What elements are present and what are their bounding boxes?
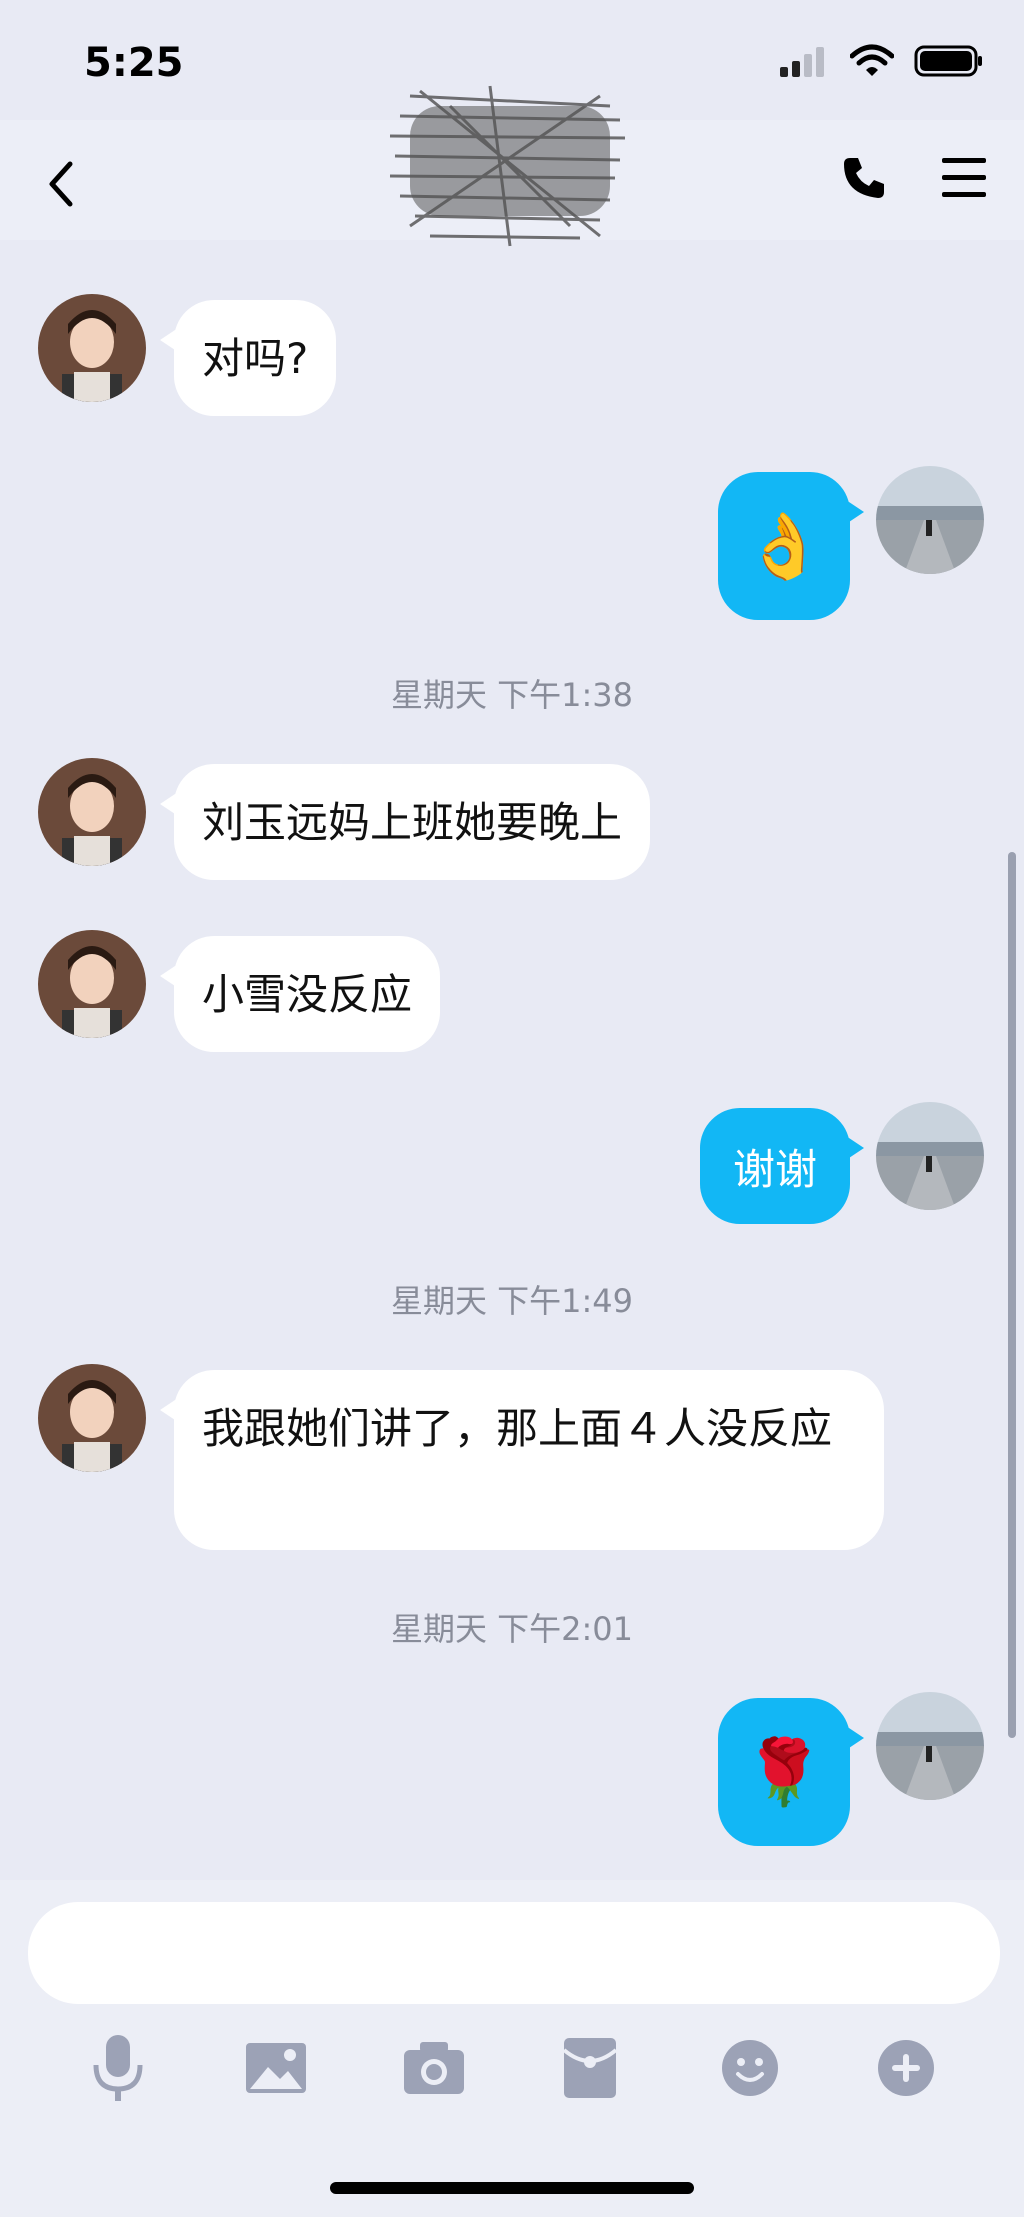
message-text: 小雪没反应 xyxy=(202,970,413,1019)
signal-icon xyxy=(780,47,824,77)
composer-toolbar xyxy=(0,2030,1024,2110)
status-icons xyxy=(778,44,984,78)
red-packet-icon[interactable] xyxy=(552,2030,628,2106)
my-avatar[interactable] xyxy=(876,1692,984,1800)
home-indicator[interactable] xyxy=(330,2182,694,2194)
girl-avatar-icon xyxy=(38,294,146,402)
chevron-left-icon[interactable] xyxy=(40,156,84,212)
rose-emoji: 🌹 xyxy=(744,1735,824,1810)
chat-header xyxy=(0,85,1024,247)
emoji-icon[interactable] xyxy=(712,2030,788,2106)
contact-avatar[interactable] xyxy=(38,758,146,866)
girl-avatar-icon xyxy=(38,758,146,866)
timestamp: 星期天 下午1:49 xyxy=(390,1282,634,1320)
phone-icon[interactable] xyxy=(840,154,888,202)
girl-avatar-icon xyxy=(38,1364,146,1472)
message-text: 我跟她们讲了，那上面４人没反应 xyxy=(202,1404,833,1453)
message-bubble-incoming[interactable]: 我跟她们讲了，那上面４人没反应 xyxy=(160,1370,884,1550)
message-bubble-outgoing[interactable]: 🌹 xyxy=(718,1698,864,1846)
road-avatar-icon xyxy=(876,466,984,574)
contact-avatar[interactable] xyxy=(38,294,146,402)
road-avatar-icon xyxy=(876,1102,984,1210)
message-text: 刘玉远妈上班她要晚上 xyxy=(202,798,623,847)
message-text: 谢谢 xyxy=(732,1144,817,1194)
my-avatar[interactable] xyxy=(876,466,984,574)
battery-icon xyxy=(914,45,982,77)
microphone-icon[interactable] xyxy=(80,2030,156,2106)
plus-icon[interactable] xyxy=(868,2030,944,2106)
message-bubble-outgoing[interactable]: 谢谢 xyxy=(700,1108,864,1224)
message-list[interactable]: 对吗? 👌 星期天 下午1:38 刘玉远妈上班她要晚上 小雪没反应 谢谢 星期天… xyxy=(0,240,1024,1880)
menu-icon[interactable] xyxy=(940,156,988,200)
contact-avatar[interactable] xyxy=(38,1364,146,1472)
girl-avatar-icon xyxy=(38,930,146,1038)
image-icon[interactable] xyxy=(238,2030,314,2106)
message-text: 对吗? xyxy=(202,334,309,383)
header-actions xyxy=(840,154,988,202)
wifi-icon xyxy=(850,44,894,76)
status-time: 5:25 xyxy=(84,40,184,86)
camera-icon[interactable] xyxy=(396,2030,472,2106)
message-bubble-incoming[interactable]: 刘玉远妈上班她要晚上 xyxy=(159,764,651,880)
my-avatar[interactable] xyxy=(876,1102,984,1210)
message-bubble-outgoing[interactable]: 👌 xyxy=(718,472,864,620)
scrollbar[interactable] xyxy=(1008,852,1016,1738)
message-input[interactable] xyxy=(28,1902,1000,2004)
message-bubble-incoming[interactable]: 对吗? xyxy=(159,300,337,416)
ok-hand-emoji: 👌 xyxy=(744,509,824,584)
timestamp: 星期天 下午1:38 xyxy=(390,676,634,714)
timestamp: 星期天 下午2:01 xyxy=(390,1610,634,1648)
message-bubble-incoming[interactable]: 小雪没反应 xyxy=(159,936,441,1052)
contact-avatar[interactable] xyxy=(38,930,146,1038)
road-avatar-icon xyxy=(876,1692,984,1800)
composer xyxy=(0,1880,1024,2217)
redacted-title-scribble xyxy=(389,85,626,247)
